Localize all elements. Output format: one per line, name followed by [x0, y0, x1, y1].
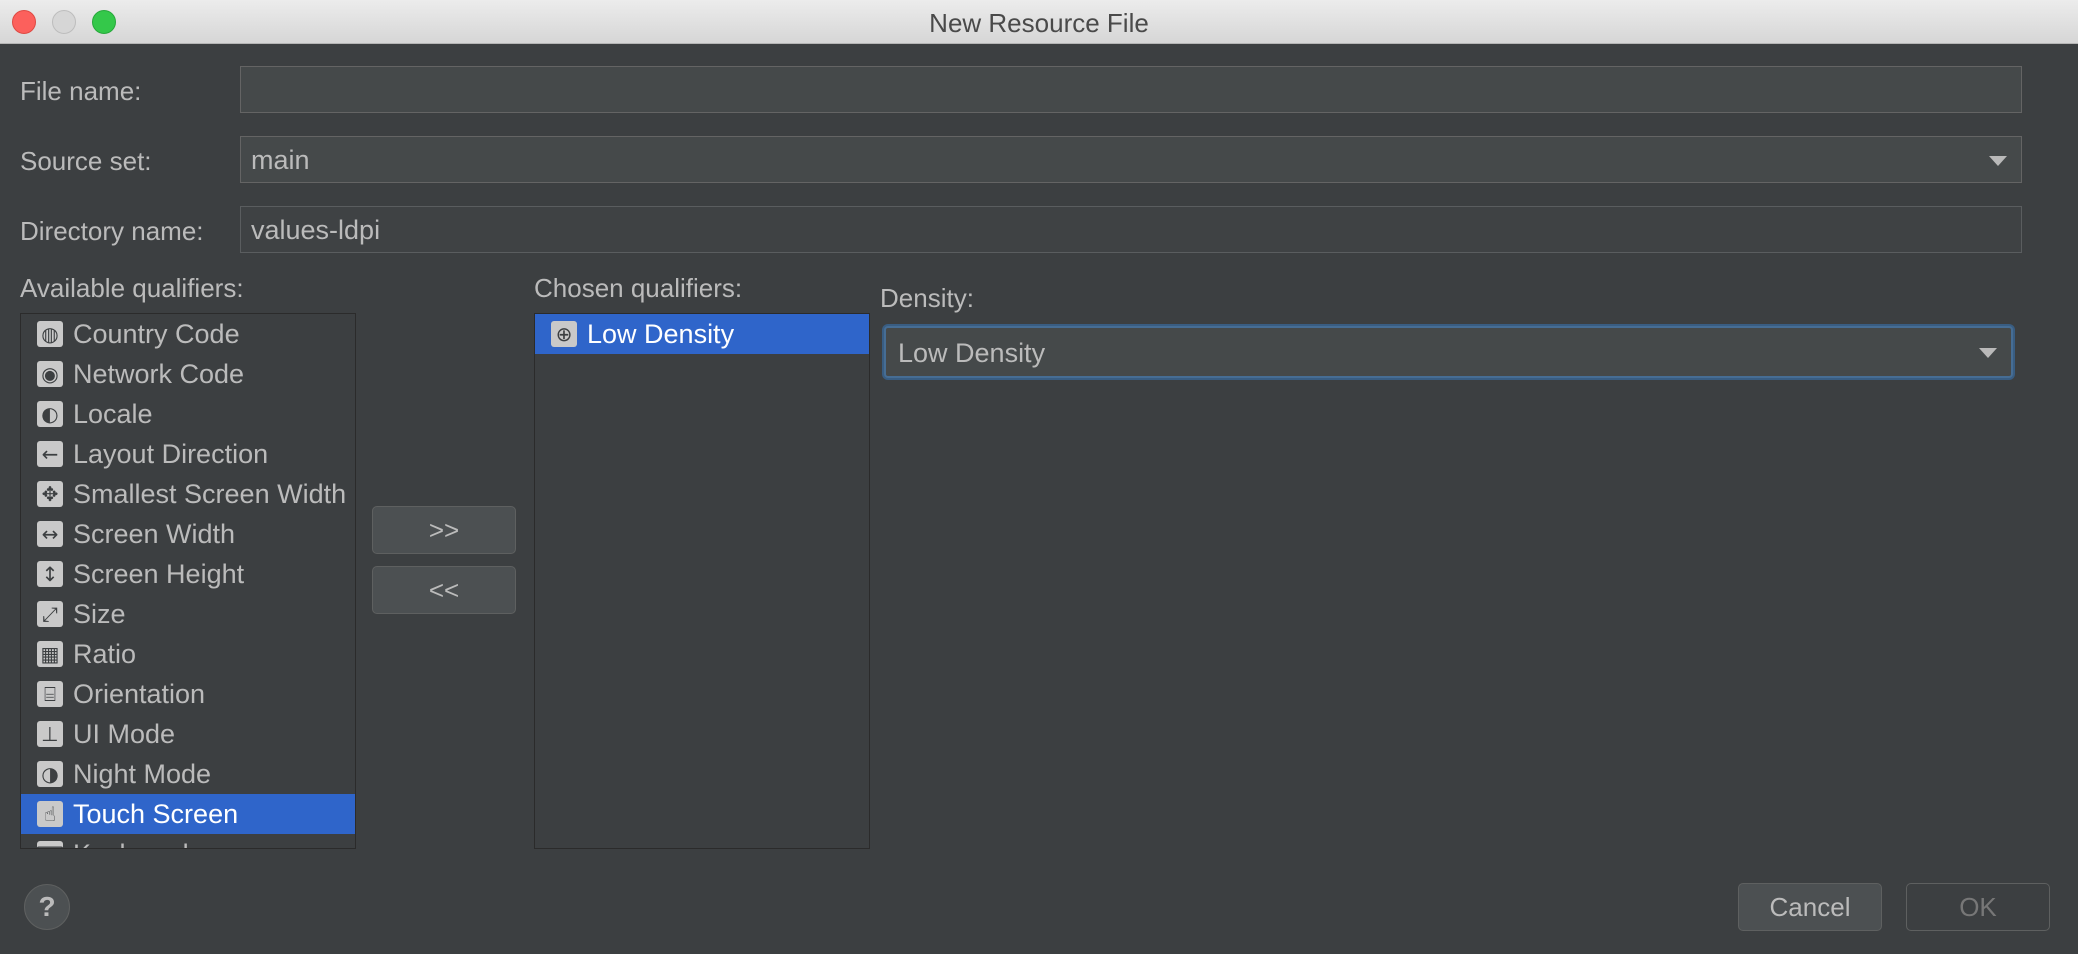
source-set-label: Source set: — [20, 146, 152, 176]
remove-qualifier-button[interactable]: << — [372, 566, 516, 614]
list-item-label: Orientation — [73, 678, 206, 709]
list-item[interactable]: ← Layout Direction — [21, 434, 355, 474]
list-item[interactable]: ⤢ Size — [21, 594, 355, 634]
network-code-icon: ◉ — [37, 361, 63, 387]
list-item-label: Layout Direction — [73, 438, 269, 469]
list-item-label: Smallest Screen Width — [73, 478, 347, 509]
source-set-select[interactable]: main — [240, 136, 2022, 183]
touch-screen-icon: ☝ — [37, 801, 63, 827]
available-qualifiers-label: Available qualifiers: — [20, 273, 244, 303]
list-item[interactable]: ✥ Smallest Screen Width — [21, 474, 355, 514]
available-qualifiers-list[interactable]: ◍ Country Code ◉ Network Code ◐ Locale ← Layout… — [20, 313, 356, 849]
list-item[interactable]: ⌸ Orientation — [21, 674, 355, 714]
list-item-label: Network Code — [73, 358, 245, 389]
list-item-label: UI Mode — [73, 718, 176, 749]
list-item[interactable]: ↕ Screen Height — [21, 554, 355, 594]
help-button[interactable]: ? — [24, 884, 70, 930]
list-item-label: Size — [73, 598, 126, 629]
density-select[interactable]: Low Density — [884, 326, 2013, 378]
add-qualifier-button[interactable]: >> — [372, 506, 516, 554]
list-item-label: Screen Height — [73, 558, 245, 589]
directory-name-label: Directory name: — [20, 216, 204, 246]
smallest-width-icon: ✥ — [37, 481, 63, 507]
layout-direction-icon: ← — [37, 441, 63, 467]
ok-button[interactable]: OK — [1906, 883, 2050, 931]
list-item[interactable]: ◑ Night Mode — [21, 754, 355, 794]
list-item[interactable]: ⌨ Keyboard — [21, 834, 355, 849]
night-mode-icon: ◑ — [37, 761, 63, 787]
list-item-label: Locale — [73, 398, 153, 429]
list-item[interactable]: ⊥ UI Mode — [21, 714, 355, 754]
source-set-value: main — [251, 145, 310, 175]
keyboard-icon: ⌨ — [36, 841, 64, 848]
country-code-icon: ◍ — [37, 321, 63, 347]
list-item-label: Low Density — [587, 318, 735, 349]
list-item-label: Keyboard — [73, 839, 189, 849]
directory-name-field: values-ldpi — [240, 206, 2022, 253]
screen-width-icon: ↔ — [37, 521, 63, 547]
screen-height-icon: ↕ — [37, 561, 63, 587]
chevron-down-icon — [1979, 348, 1997, 358]
list-item[interactable]: ☝ Touch Screen — [21, 794, 355, 834]
list-item[interactable]: ⊕ Low Density — [535, 314, 869, 354]
file-name-label: File name: — [20, 76, 142, 106]
list-item[interactable]: ▦ Ratio — [21, 634, 355, 674]
size-icon: ⤢ — [37, 601, 63, 627]
orientation-icon: ⌸ — [37, 681, 63, 707]
density-icon: ⊕ — [551, 321, 577, 347]
cancel-button[interactable]: Cancel — [1738, 883, 1882, 931]
list-item-label: Night Mode — [73, 758, 212, 789]
list-item[interactable]: ◉ Network Code — [21, 354, 355, 394]
title-bar: New Resource File — [0, 0, 2078, 44]
chosen-qualifiers-list[interactable]: ⊕ Low Density — [534, 313, 870, 849]
density-label: Density: — [880, 283, 974, 313]
list-item-label: Touch Screen — [73, 798, 239, 829]
ui-mode-icon: ⊥ — [37, 721, 63, 747]
list-item-label: Screen Width — [73, 518, 236, 549]
list-item[interactable]: ↔ Screen Width — [21, 514, 355, 554]
list-item[interactable]: ◐ Locale — [21, 394, 355, 434]
list-item-label: Country Code — [73, 318, 240, 349]
globe-icon: ◐ — [37, 401, 63, 427]
chosen-qualifiers-label: Chosen qualifiers: — [534, 273, 743, 303]
list-item-label: Ratio — [73, 638, 137, 669]
density-value: Low Density — [898, 338, 1046, 368]
list-item[interactable]: ◍ Country Code — [21, 314, 355, 354]
chevron-down-icon — [1989, 156, 2007, 166]
window-title: New Resource File — [929, 8, 1149, 38]
ratio-icon: ▦ — [37, 641, 63, 667]
file-name-input[interactable] — [240, 66, 2022, 113]
